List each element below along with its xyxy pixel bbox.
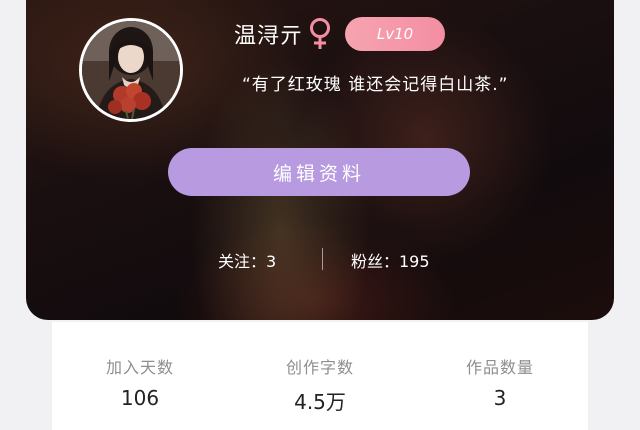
name-row: 温浔亓 Lv10 <box>234 14 446 54</box>
stat-value: 106 <box>120 386 160 410</box>
level-badge: Lv10 <box>345 17 446 51</box>
bio-text: “有了红玫瑰 谁还会记得白山茶.” <box>242 75 509 95</box>
stat-label: 加入天数 <box>105 358 174 377</box>
avatar-image <box>82 21 180 119</box>
follow-divider <box>322 248 323 270</box>
following-count[interactable]: 关注：3 <box>218 248 276 272</box>
stat-value: 3 <box>493 386 507 410</box>
username: 温浔亓 <box>234 24 304 49</box>
stat-join-days: 加入天数 106 <box>70 354 210 410</box>
stat-label: 创作字数 <box>285 358 354 377</box>
avatar[interactable] <box>79 18 183 122</box>
stat-word-count: 创作字数 4.5万 <box>250 354 390 415</box>
follow-stats-row: 关注：3 粉丝：195 <box>26 248 614 272</box>
stats-card: 加入天数 106 创作字数 4.5万 作品数量 3 <box>52 322 588 430</box>
stat-label: 作品数量 <box>465 358 534 377</box>
followers-count[interactable]: 粉丝：195 <box>351 248 430 272</box>
female-icon <box>307 17 333 51</box>
stat-value: 4.5万 <box>294 390 346 414</box>
edit-profile-button[interactable]: 编辑资料 <box>168 148 470 196</box>
profile-header-card: 温浔亓 Lv10 “有了红玫瑰 谁还会记得白山茶.” 编辑资料 关注：3 粉丝：… <box>26 0 614 320</box>
stat-works-count[interactable]: 作品数量 3 <box>430 354 570 410</box>
